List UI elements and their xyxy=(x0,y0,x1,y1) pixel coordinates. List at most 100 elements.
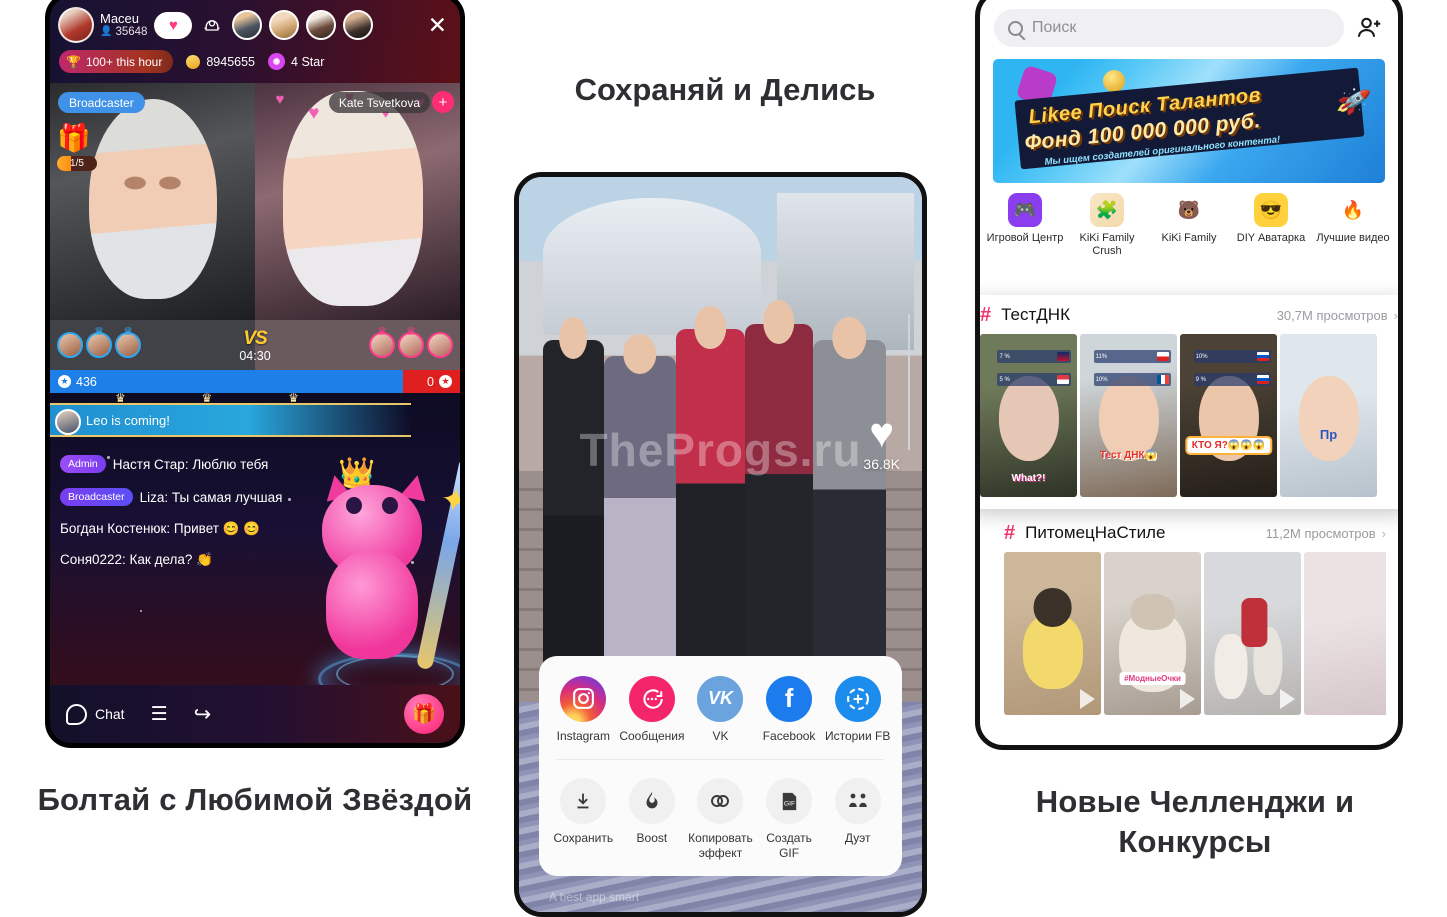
broadcaster-video[interactable]: Broadcaster 🎁 1/5 xyxy=(50,83,255,320)
hashtag-card-dna[interactable]: # ТестДНК 30,7М просмотров › 7 % 5 % Wha… xyxy=(980,295,1398,509)
contributor-avatar[interactable] xyxy=(427,332,453,358)
hamburger-icon[interactable]: ☰ xyxy=(151,705,168,724)
share-option-facebook-stories[interactable]: Истории FB xyxy=(824,675,892,743)
host-chip[interactable]: Maceu 👤 35648 xyxy=(58,7,147,43)
coin-balance[interactable]: 8945655 xyxy=(186,54,255,69)
share-action-boost[interactable]: Boost xyxy=(618,778,686,860)
heart-button[interactable]: ♥ xyxy=(154,11,193,39)
gift-progress-label: 1/5 xyxy=(70,158,84,169)
chat-button[interactable]: Chat xyxy=(66,703,125,725)
like-count: 36.8K xyxy=(863,456,900,472)
share-action-duet[interactable]: Дуэт xyxy=(824,778,892,860)
divider xyxy=(557,759,884,761)
viewer-avatar[interactable] xyxy=(269,10,300,40)
hour-rank-badge[interactable]: 🏆 100+ this hour xyxy=(59,50,174,73)
share-action-save[interactable]: Сохранить xyxy=(549,778,617,860)
guest-video[interactable]: ♥ ♥ ♥ ♥ ♥ Kate Tsvetkova + xyxy=(255,83,460,320)
video-frame[interactable]: TheProgs.ru ♥ 36.8K xyxy=(519,177,922,702)
duet-icon xyxy=(834,778,881,825)
follow-button[interactable]: + xyxy=(432,91,454,113)
video-thumbnail[interactable]: 7 % 5 % What?! xyxy=(980,334,1077,497)
dna-result-bar: 11% xyxy=(1093,350,1172,364)
viewer-avatar[interactable] xyxy=(306,10,337,40)
video-thumbnail[interactable] xyxy=(1204,552,1301,715)
vk-icon: VK xyxy=(697,675,744,722)
search-placeholder: Поиск xyxy=(1032,19,1077,36)
thumbnail-caption: What?! xyxy=(1011,472,1046,484)
avatar xyxy=(55,409,81,435)
share-option-instagram[interactable]: Instagram xyxy=(549,675,617,743)
live-header-stats-row: 🏆 100+ this hour 8945655 ✦ 4 Star xyxy=(58,50,452,73)
add-user-icon[interactable] xyxy=(1354,13,1384,43)
quick-entry-kiki-crush[interactable]: 🧩 KiKi Family Crush xyxy=(1066,193,1148,258)
share-icon[interactable]: ↪ xyxy=(194,704,212,725)
mascot-animation: 👑 ✦ xyxy=(288,456,460,717)
video-thumbnail[interactable]: Пр xyxy=(1280,334,1377,497)
quick-entry-label: KiKi Family Crush xyxy=(1079,232,1135,257)
hashtag-views: 30,7М просмотров › xyxy=(1277,308,1398,323)
pk-left-contributors[interactable]: ♛ ♛ xyxy=(50,326,213,358)
person xyxy=(603,333,677,666)
role-tag: Admin xyxy=(60,455,106,473)
share-option-messages[interactable]: Сообщения xyxy=(618,675,686,743)
pk-left-score-value: 436 xyxy=(76,374,97,389)
caption-right: Новые Челленджи и Конкурсы xyxy=(1035,784,1355,859)
viewer-count-value: 35648 xyxy=(115,25,148,38)
hour-rank-label: 100+ this hour xyxy=(85,54,163,69)
hashtag-header: # ПитомецНаСтиле 11,2М просмотров › xyxy=(1004,523,1386,543)
share-row-apps: Instagram Сообщения VK VK f Facebook Ист… xyxy=(549,675,892,743)
pk-right-score-value: 0 xyxy=(427,374,434,389)
contributor-avatar[interactable]: ♛ xyxy=(398,326,424,358)
play-icon xyxy=(1280,689,1295,709)
helmet-icon[interactable] xyxy=(199,12,225,38)
quick-entry-best-videos[interactable]: 🔥 Лучшие видео xyxy=(1312,193,1394,258)
video-thumbnail[interactable] xyxy=(1304,552,1386,715)
chevron-right-icon: › xyxy=(1381,525,1386,541)
contributor-avatar[interactable]: ♛ xyxy=(115,326,141,358)
share-action-create-gif[interactable]: GIF Создать GIF xyxy=(755,778,823,860)
contributor-avatar[interactable]: ♛ xyxy=(369,326,395,358)
live-chat-area: ♛ ♛ ♛ Leo is coming! Admin Настя Стар: Л… xyxy=(50,393,460,743)
share-action-label: Создать GIF xyxy=(766,831,812,860)
video-thumbnail[interactable]: 10% 9 % КТО Я?😱😱😱 xyxy=(1180,334,1277,497)
close-icon[interactable]: ✕ xyxy=(428,13,452,37)
gift-progress[interactable]: 🎁 1/5 xyxy=(57,125,101,171)
dna-result-bar: 9 % xyxy=(1193,373,1272,387)
contributor-avatar[interactable] xyxy=(57,332,83,358)
video-thumbnail[interactable]: #МодныеОчки xyxy=(1104,552,1201,715)
caption-left: Болтай с Любимой Звёздой xyxy=(37,782,473,817)
video-thumbnail[interactable] xyxy=(1004,552,1101,715)
like-control[interactable]: ♥ 36.8K xyxy=(863,412,900,473)
thumbnail-caption: КТО Я?😱😱😱 xyxy=(1184,435,1273,455)
quick-entry-label: DIY Аватарка xyxy=(1236,232,1306,244)
hashtag-title: ПитомецНаСтиле xyxy=(1025,523,1166,542)
hashtag-thumb-row: 7 % 5 % What?! 11% 10% Тест ДНК😱 10% 9 %… xyxy=(980,334,1398,497)
viewer-avatar[interactable] xyxy=(232,10,263,40)
search-input[interactable]: Поиск xyxy=(994,9,1344,47)
pk-video-split: Broadcaster 🎁 1/5 ♥ ♥ ♥ ♥ ♥ Kate Tsvet xyxy=(50,83,460,320)
gamepad-icon: 🎮 xyxy=(1008,193,1042,227)
pk-right-contributors[interactable]: ♛ ♛ xyxy=(297,326,460,358)
promo-banner[interactable]: Likee Поиск Талантов Фонд 100 000 000 ру… xyxy=(993,59,1385,183)
quick-entry-game-center[interactable]: 🎮 Игровой Центр xyxy=(984,193,1066,258)
share-option-label: Facebook xyxy=(762,728,816,743)
star-level-badge[interactable]: ✦ 4 Star xyxy=(268,53,324,70)
share-option-facebook[interactable]: f Facebook xyxy=(755,675,823,743)
star-icon: ★ xyxy=(439,375,452,388)
quick-entry-kiki-family[interactable]: 🐻 KiKi Family xyxy=(1148,193,1230,258)
share-option-label: Instagram xyxy=(556,728,610,743)
viewer-avatar[interactable] xyxy=(343,10,374,40)
hashtag-views-value: 30,7М просмотров xyxy=(1276,307,1388,323)
avatar[interactable] xyxy=(58,7,94,43)
entrance-banner: Leo is coming! xyxy=(50,403,411,437)
video-thumbnail[interactable]: 11% 10% Тест ДНК😱 xyxy=(1080,334,1177,497)
quick-entry-diy-avatar[interactable]: 😎 DIY Аватарка xyxy=(1230,193,1312,258)
gift-button[interactable]: 🎁 xyxy=(404,694,444,734)
flame-icon xyxy=(628,778,675,825)
contributor-avatar[interactable]: ♛ xyxy=(86,326,112,358)
facebook-icon: f xyxy=(766,675,813,722)
share-option-vk[interactable]: VK VK xyxy=(686,675,754,743)
hashtag-card-pets[interactable]: # ПитомецНаСтиле 11,2М просмотров › #Мод… xyxy=(992,513,1398,727)
crown-icon: ♛ xyxy=(377,326,387,338)
share-action-copy-effect[interactable]: Копировать эффект xyxy=(686,778,754,860)
